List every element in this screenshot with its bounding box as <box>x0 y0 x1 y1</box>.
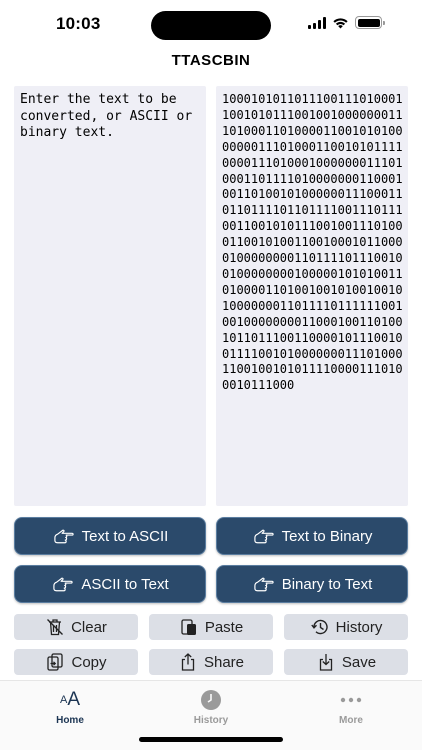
ascii-to-text-label: ASCII to Text <box>81 575 169 593</box>
paste-icon <box>181 619 196 635</box>
pointing-hand-icon <box>254 577 274 592</box>
binary-to-text-button[interactable]: Binary to Text <box>216 565 408 603</box>
share-button[interactable]: Share <box>149 649 273 675</box>
page-title: TTASCBIN <box>171 52 251 69</box>
input-text-area[interactable]: Enter the text to be converted, or ASCII… <box>14 86 206 506</box>
pointing-hand-icon <box>253 529 274 544</box>
wifi-icon <box>333 18 348 29</box>
dynamic-island <box>151 11 271 40</box>
clock-icon <box>200 689 222 711</box>
text-to-ascii-button[interactable]: Text to ASCII <box>14 517 206 555</box>
share-label: Share <box>203 653 245 671</box>
clear-button[interactable]: Clear <box>14 614 138 640</box>
battery-icon <box>355 16 385 29</box>
cellular-signal-icon <box>308 16 326 29</box>
paste-label: Paste <box>204 618 244 636</box>
trash-icon <box>47 619 64 636</box>
copy-button[interactable]: Copy <box>14 649 138 675</box>
paste-button[interactable]: Paste <box>149 614 273 640</box>
text-to-binary-label: Text to Binary <box>281 527 373 545</box>
save-label: Save <box>341 653 377 671</box>
tab-home[interactable]: AA Home <box>30 689 110 726</box>
clear-label: Clear <box>71 618 107 636</box>
tab-more-label: More <box>339 715 363 726</box>
history-label: History <box>335 618 383 636</box>
status-bar: 10:03 <box>0 0 422 50</box>
output-text-area[interactable]: 1000101011011100111010001100101011100100… <box>216 86 408 506</box>
pointing-hand-icon <box>53 529 74 544</box>
tab-more[interactable]: More <box>311 689 391 726</box>
text-to-ascii-label: Text to ASCII <box>81 527 169 545</box>
copy-label: Copy <box>71 653 107 671</box>
history-icon <box>310 619 328 635</box>
save-button[interactable]: Save <box>284 649 408 675</box>
status-time: 10:03 <box>56 14 101 33</box>
text-to-binary-button[interactable]: Text to Binary <box>216 517 408 555</box>
tab-history-label: History <box>193 715 229 726</box>
ellipsis-icon <box>340 689 362 711</box>
pointing-hand-icon <box>53 577 74 592</box>
input-placeholder: Enter the text to be converted, or ASCII… <box>20 92 201 140</box>
save-icon <box>319 654 333 671</box>
share-icon <box>181 653 195 671</box>
binary-to-text-label: Binary to Text <box>281 575 373 593</box>
home-indicator <box>139 737 283 742</box>
ascii-to-text-button[interactable]: ASCII to Text <box>14 565 206 603</box>
text-size-icon: AA <box>59 689 81 710</box>
tab-history[interactable]: History <box>171 689 251 726</box>
history-button[interactable]: History <box>284 614 408 640</box>
output-binary-text: 1000101011011100111010001100101011100100… <box>222 92 403 393</box>
copy-icon <box>47 653 64 671</box>
tab-home-label: Home <box>56 715 84 726</box>
status-icons <box>308 16 385 29</box>
